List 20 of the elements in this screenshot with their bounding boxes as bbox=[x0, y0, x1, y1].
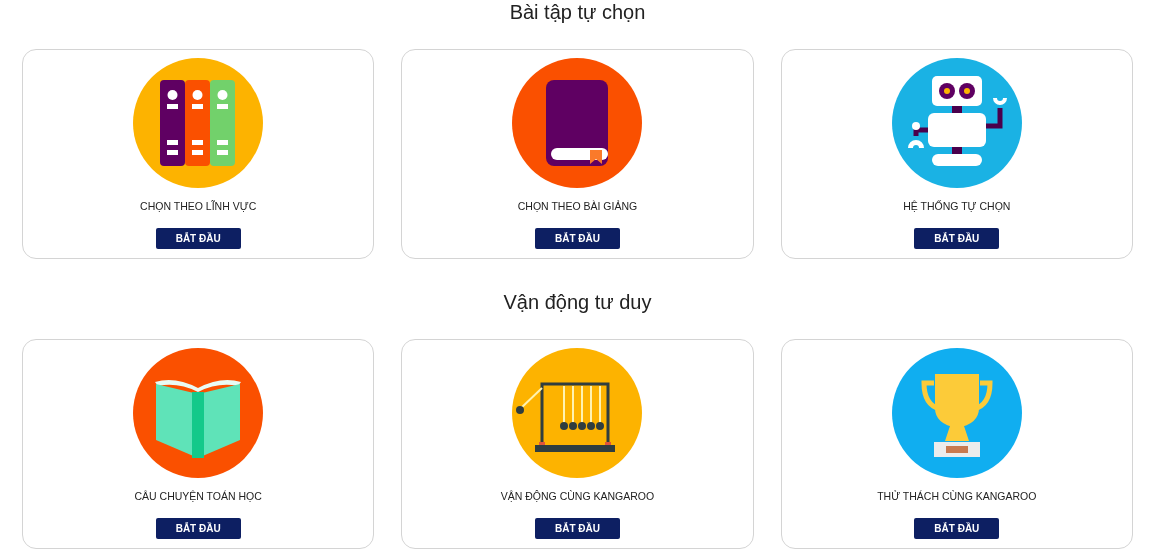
open-book-icon bbox=[133, 348, 264, 478]
card-label: HỆ THỐNG TỰ CHỌN bbox=[903, 200, 1011, 213]
card-label: CHỌN THEO LĨNH VỰC bbox=[140, 200, 257, 213]
card-label: VẬN ĐỘNG CÙNG KANGAROO bbox=[500, 490, 655, 503]
start-button[interactable]: BẮT ĐẦU bbox=[535, 228, 620, 249]
start-button[interactable]: BẮT ĐẦU bbox=[535, 518, 620, 539]
start-button[interactable]: BẮT ĐẦU bbox=[155, 228, 241, 249]
trophy-icon bbox=[891, 348, 1022, 478]
section-title: Bài tập tự chọn bbox=[508, 0, 647, 24]
section-title: Vận động tư duy bbox=[502, 290, 653, 314]
start-button[interactable]: BẮT ĐẦU bbox=[914, 518, 1000, 539]
book-icon bbox=[512, 58, 643, 188]
card-label: CÂU CHUYỆN TOÁN HỌC bbox=[134, 490, 262, 503]
robot-icon bbox=[891, 58, 1022, 188]
binders-icon bbox=[133, 58, 264, 188]
card-label: THỬ THÁCH CÙNG KANGAROO bbox=[877, 490, 1037, 503]
start-button[interactable]: BẮT ĐẦU bbox=[914, 228, 1000, 249]
card-label: CHỌN THEO BÀI GIẢNG bbox=[517, 200, 638, 213]
newtons-cradle-icon bbox=[512, 348, 643, 478]
start-button[interactable]: BẮT ĐẦU bbox=[155, 518, 241, 539]
